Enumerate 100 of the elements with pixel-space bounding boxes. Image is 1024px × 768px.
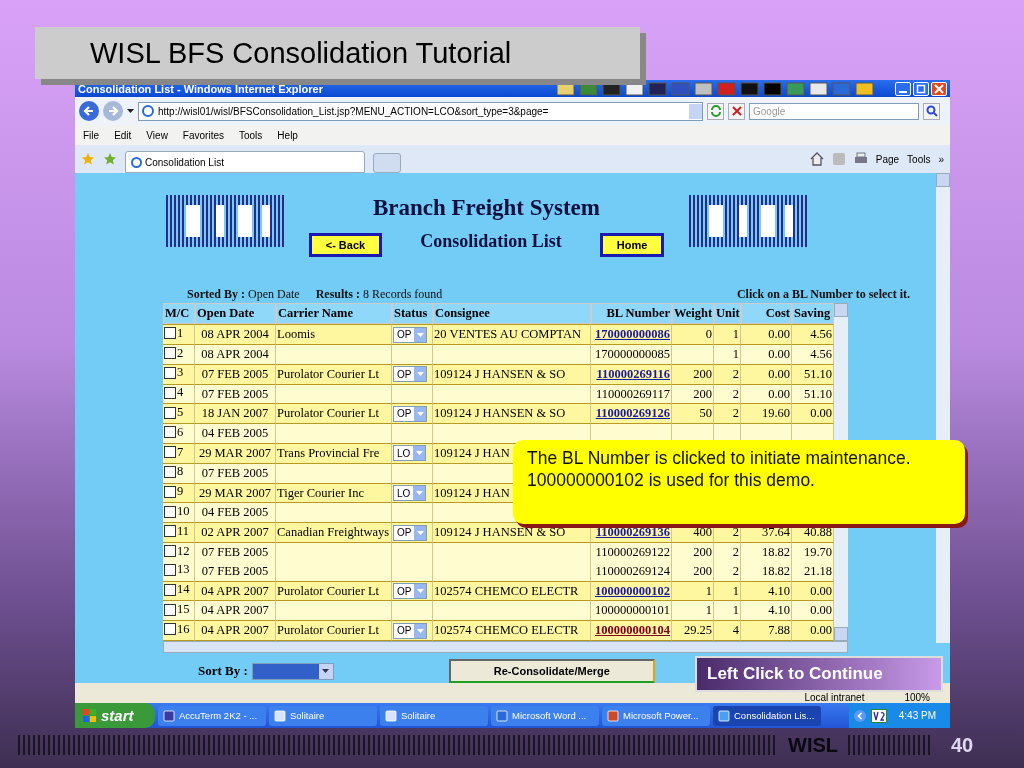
table-cell: 2 — [732, 563, 739, 578]
row-number: 14 — [177, 582, 190, 598]
table-cell: 0.00 — [768, 327, 790, 342]
table-cell: 37.64 — [761, 525, 790, 540]
table-cell: 51.10 — [803, 366, 832, 381]
table-cell: 1 — [732, 583, 739, 598]
row-number: 1 — [177, 325, 184, 341]
table-cell: 200 — [693, 386, 712, 401]
table-cell: 100000000101 — [595, 603, 670, 618]
table-cell: 21.18 — [803, 563, 832, 578]
table-cell: 0.00 — [768, 386, 790, 401]
sort-by-label: Sort By : — [198, 663, 248, 679]
table-cell: 170000000085 — [595, 346, 670, 361]
row-number: 6 — [177, 424, 184, 440]
table-cell: 7.88 — [768, 623, 790, 638]
table-cell: 18.82 — [761, 563, 790, 578]
table-cell: 19.60 — [761, 406, 790, 421]
row-number: 5 — [177, 405, 184, 421]
page-number: 40 — [951, 733, 974, 757]
table-cell: 2 — [732, 386, 739, 401]
table-cell: 0.00 — [810, 623, 832, 638]
row-number: 7 — [177, 444, 184, 460]
table-cell: 19.70 — [803, 544, 832, 559]
table-cell: 07 FEB 2005 — [201, 366, 269, 381]
row-number: 4 — [177, 385, 184, 401]
column-header: Unit — [716, 306, 740, 321]
row-number: 15 — [177, 602, 190, 618]
table-cell: 04 APR 2007 — [201, 623, 269, 638]
table-cell: 40.88 — [803, 525, 832, 540]
table-cell: 110000269124 — [595, 563, 670, 578]
table-cell: 50 — [699, 406, 712, 421]
row-number: 2 — [177, 345, 184, 361]
table-cell: 110000269122 — [595, 544, 670, 559]
window-title: Consolidation List - Windows Internet Explorer — [78, 82, 324, 95]
table-cell: 07 FEB 2005 — [201, 386, 269, 401]
table-cell: Purolator Courier Lt — [277, 583, 380, 598]
table-cell: 04 FEB 2005 — [201, 426, 269, 441]
table-cell: Loomis — [277, 327, 316, 342]
table-cell: 02 APR 2007 — [201, 525, 269, 540]
sort-info: Sorted By : Open Date — [187, 287, 300, 302]
column-header: BL Number — [606, 306, 670, 321]
column-header: Consignee — [435, 306, 490, 321]
table-cell: 0.00 — [768, 346, 790, 361]
table-cell: 0.00 — [768, 366, 790, 381]
table-cell: 04 FEB 2005 — [201, 505, 269, 520]
table-cell: 200 — [693, 366, 712, 381]
column-header: Cost — [765, 306, 790, 321]
row-number: 9 — [177, 484, 184, 500]
table-cell: 2 — [732, 544, 739, 559]
row-number: 16 — [177, 621, 190, 637]
table-cell: 109124 J HANSEN & SO — [434, 366, 566, 381]
page-subheading: Consolidation List — [420, 230, 562, 252]
table-cell: 200 — [693, 544, 712, 559]
table-cell: 04 APR 2007 — [201, 603, 269, 618]
table-cell: 0.00 — [810, 406, 832, 421]
table-cell: 1 — [732, 603, 739, 618]
table-cell: 0.00 — [810, 603, 832, 618]
results-count: Results : 8 Records found — [315, 287, 443, 302]
table-cell: 07 FEB 2005 — [201, 563, 269, 578]
table-cell: 4 — [732, 623, 739, 638]
table-cell: 29 MAR 2007 — [198, 485, 272, 500]
row-number: 12 — [177, 543, 190, 559]
table-cell: 102574 CHEMCO ELECTR — [434, 583, 579, 598]
row-number: 10 — [177, 504, 190, 520]
table-cell: Purolator Courier Lt — [277, 366, 380, 381]
column-header: Saving — [794, 306, 831, 321]
security-zone: Local intranet — [804, 692, 865, 703]
table-cell: 29.25 — [683, 623, 712, 638]
table-cell: 18.82 — [761, 544, 790, 559]
table-cell: 109124 J HANSEN & SO — [434, 525, 566, 540]
table-cell: 1 — [705, 603, 712, 618]
table-cell: 29 MAR 2007 — [198, 445, 272, 460]
row-number: 13 — [177, 562, 190, 578]
table-cell: 1 — [732, 346, 739, 361]
table-cell: 4.56 — [810, 346, 832, 361]
table-cell: 2 — [732, 525, 739, 540]
table-cell: 18 JAN 2007 — [201, 406, 269, 421]
row-number: 3 — [177, 365, 184, 381]
table-cell: 109124 J HAN — [434, 445, 510, 460]
table-cell: 200 — [693, 563, 712, 578]
table-cell: 400 — [693, 525, 712, 540]
table-cell: 1 — [705, 583, 712, 598]
hint-text: Click on a BL Number to select it. — [736, 287, 910, 302]
column-header: Open Date — [197, 306, 255, 321]
table-cell: 109124 J HANSEN & SO — [434, 406, 566, 421]
column-header: Weight — [674, 306, 713, 321]
table-cell: 51.10 — [803, 386, 832, 401]
table-cell: Canadian Freightways — [277, 525, 390, 540]
table-cell: 2 — [732, 366, 739, 381]
table-cell: 2 — [732, 406, 739, 421]
table-cell: 4.10 — [768, 583, 790, 598]
table-cell: 102574 CHEMCO ELECTR — [434, 623, 579, 638]
column-header: M/C — [165, 306, 190, 321]
table-cell: Tiger Courier Inc — [277, 485, 365, 500]
column-header: Carrier Name — [278, 306, 354, 321]
table-cell: 07 FEB 2005 — [201, 544, 269, 559]
table-cell: 04 APR 2007 — [201, 583, 269, 598]
table-cell: Purolator Courier Lt — [277, 406, 380, 421]
column-header: Status — [394, 306, 428, 321]
table-cell: 07 FEB 2005 — [201, 465, 269, 480]
